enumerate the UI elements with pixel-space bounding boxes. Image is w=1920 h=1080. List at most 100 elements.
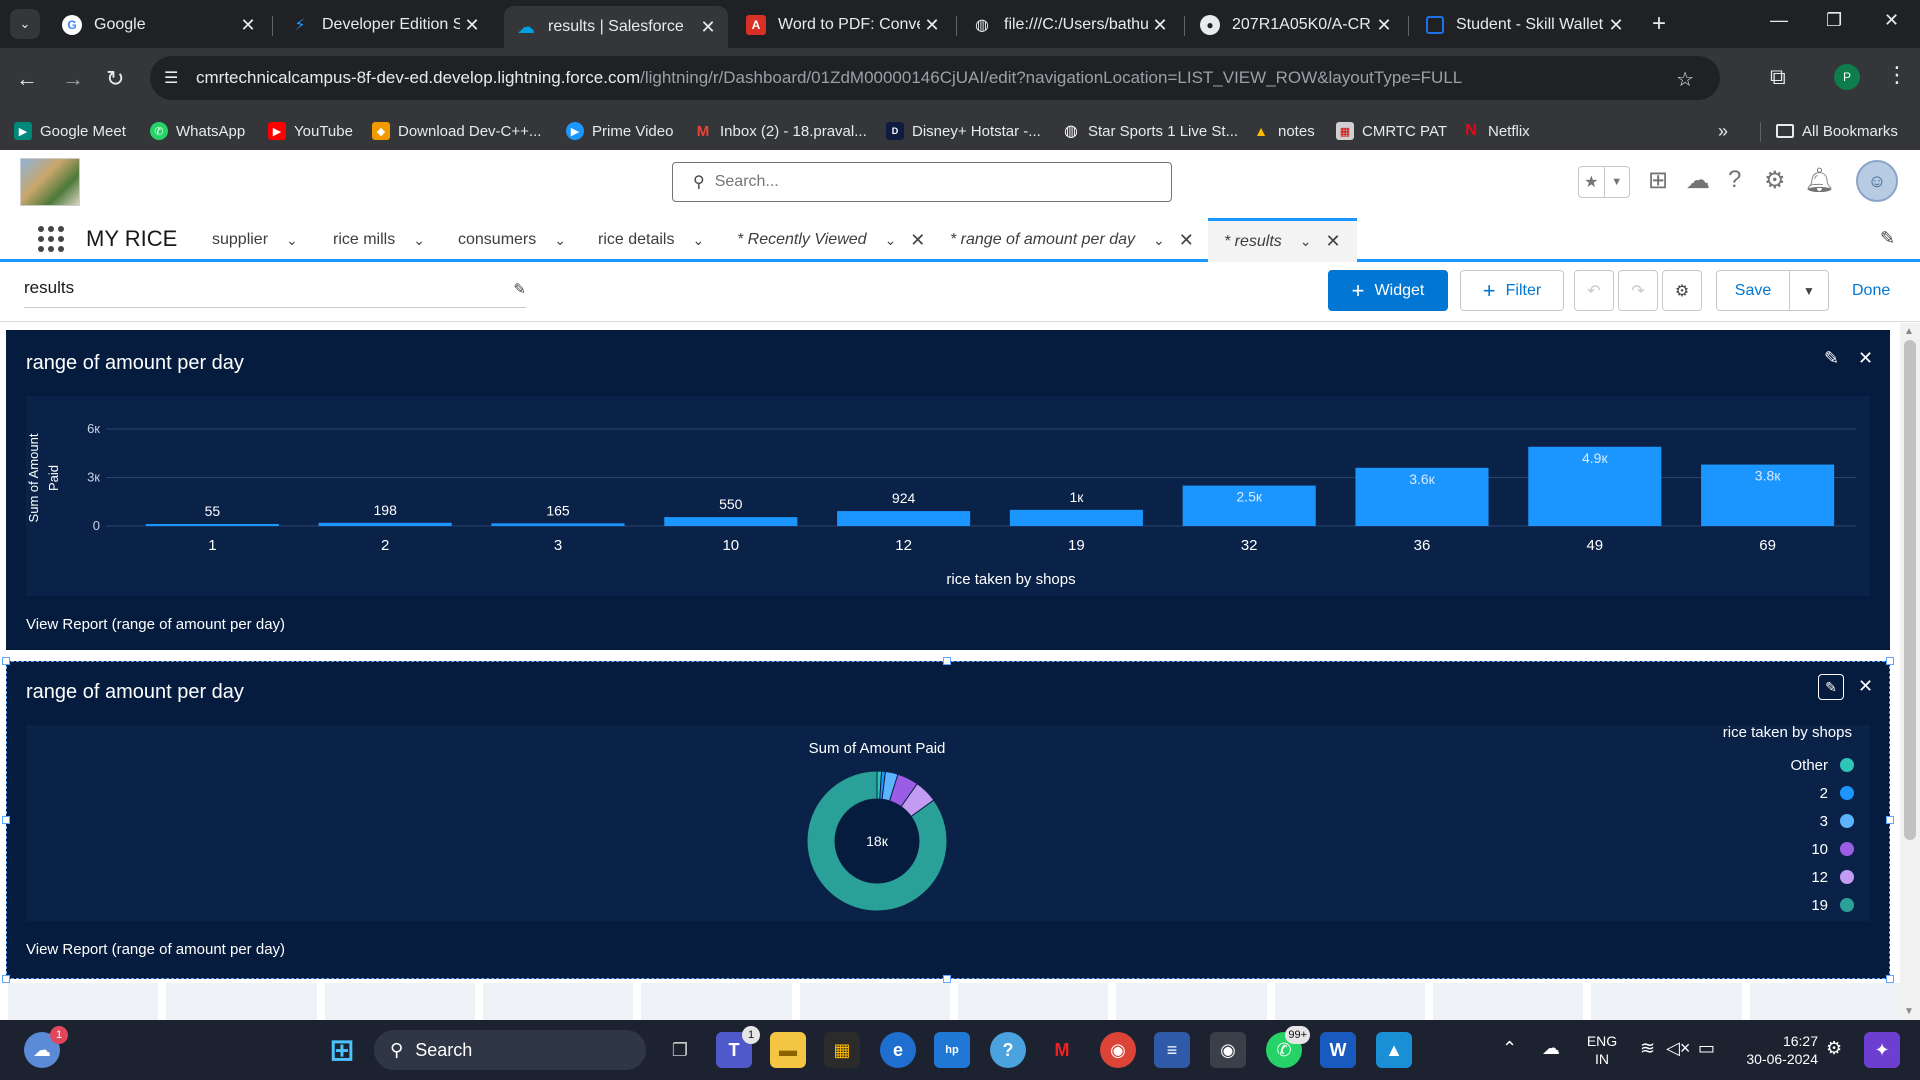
more-bookmarks-icon[interactable]: » [1718, 112, 1728, 150]
scroll-down-icon[interactable]: ▼ [1904, 1006, 1914, 1017]
resize-handle[interactable] [1886, 816, 1894, 824]
all-bookmarks[interactable]: All Bookmarks [1776, 112, 1898, 150]
save-button[interactable]: Save [1716, 270, 1790, 311]
star-icon[interactable]: ★ [1579, 167, 1604, 197]
copilot-icon[interactable]: ✦ [1864, 1032, 1900, 1068]
resize-handle[interactable] [2, 816, 10, 824]
bookmark-gmail[interactable]: M Inbox (2) - 18.praval... [694, 112, 867, 150]
windows-start-icon[interactable]: ⊞ [324, 1032, 360, 1068]
org-logo[interactable] [20, 158, 80, 206]
close-tab-icon[interactable]: ✕ [1326, 231, 1341, 252]
nav-item-results[interactable]: * results ⌄ ✕ [1208, 218, 1357, 262]
bookmark-notes[interactable]: ▲ notes [1252, 112, 1315, 150]
onedrive-cloud-icon[interactable]: ☁ [1542, 1038, 1560, 1059]
resize-handle[interactable] [1886, 975, 1894, 983]
profile-avatar[interactable]: P [1834, 64, 1860, 90]
scroll-up-icon[interactable]: ▲ [1904, 326, 1914, 337]
browser-tab-word-to-pdf[interactable]: A Word to PDF: Conver ✕ [734, 6, 952, 44]
setup-gear-icon[interactable]: ⚙ [1764, 166, 1786, 195]
view-report-link[interactable]: View Report (range of amount per day) [26, 616, 285, 633]
trailhead-icon[interactable]: ☁ [1686, 166, 1710, 195]
language-indicator[interactable]: ENG IN [1584, 1032, 1620, 1068]
resize-handle[interactable] [2, 657, 10, 665]
chevron-down-icon[interactable]: ⌄ [1300, 233, 1312, 250]
add-filter-button[interactable]: + Filter [1460, 270, 1564, 311]
volume-muted-icon[interactable]: ◁× [1666, 1038, 1690, 1059]
search-input[interactable] [714, 173, 1135, 191]
browser-tab-results-salesforce[interactable]: ☁ results | Salesforce ✕ [504, 6, 728, 48]
done-button[interactable]: Done [1852, 282, 1890, 300]
global-search[interactable]: ⚲ [672, 162, 1172, 202]
close-tab-icon[interactable]: ✕ [696, 17, 720, 38]
help-app-icon[interactable]: ? [990, 1032, 1026, 1068]
bookmark-hotstar[interactable]: D Disney+ Hotstar -... [886, 112, 1041, 150]
clock[interactable]: 16:27 30-06-2024 [1732, 1032, 1818, 1068]
nav-item-rice-mills[interactable]: rice mills ⌄ [333, 218, 425, 262]
forward-icon[interactable]: → [62, 66, 84, 92]
nav-item-range-of-amount[interactable]: * range of amount per day ⌄ ✕ [950, 218, 1194, 262]
browser-tab-google[interactable]: G Google ✕ [50, 6, 268, 44]
chevron-down-icon[interactable]: ⌄ [885, 232, 897, 249]
minimize-icon[interactable]: — [1770, 10, 1788, 31]
whatsapp-icon[interactable]: ✆ 99+ [1266, 1026, 1310, 1068]
mcafee-icon[interactable]: M [1044, 1032, 1080, 1068]
close-tab-icon[interactable]: ✕ [910, 230, 925, 251]
microsoft-store-icon[interactable]: ▦ [824, 1032, 860, 1068]
global-actions-icon[interactable]: ⊞ [1648, 166, 1668, 195]
notification-center-icon[interactable]: ⚙ [1826, 1038, 1842, 1059]
chrome-icon[interactable]: ◉ [1100, 1032, 1136, 1068]
myhp-icon[interactable]: hp [934, 1032, 970, 1068]
resize-handle[interactable] [943, 657, 951, 665]
weather-widget-icon[interactable]: ☁ 1 [24, 1026, 68, 1068]
close-tab-icon[interactable]: ✕ [920, 15, 944, 36]
edit-nav-pencil-icon[interactable]: ✎ [1880, 228, 1895, 249]
chevron-down-icon[interactable]: ⌄ [1153, 232, 1165, 249]
bookmark-dev-cpp[interactable]: ◆ Download Dev-C++... [372, 112, 541, 150]
battery-icon[interactable]: ▭ [1698, 1038, 1715, 1059]
file-explorer-icon[interactable]: ▬ [770, 1032, 806, 1068]
scrollbar-thumb[interactable] [1904, 340, 1916, 840]
undo-button[interactable]: ↶ [1574, 270, 1614, 311]
word-icon[interactable]: W [1320, 1032, 1356, 1068]
tab-search-button[interactable]: ⌄ [10, 9, 40, 39]
bookmark-prime-video[interactable]: ▶ Prime Video [566, 112, 673, 150]
chevron-down-icon[interactable]: ⌄ [554, 232, 566, 249]
chevron-down-icon[interactable]: ▼ [1603, 167, 1630, 197]
taskbar-search[interactable]: ⚲ Search [374, 1030, 646, 1070]
nav-item-supplier[interactable]: supplier ⌄ [212, 218, 298, 262]
browser-tab-github[interactable]: ● 207R1A05K0/A-CRM ✕ [1188, 6, 1404, 44]
bar-chart-widget[interactable]: range of amount per day ✎ ✕ Sum of Amoun… [6, 330, 1890, 650]
close-tab-icon[interactable]: ✕ [1372, 15, 1396, 36]
save-options-button[interactable]: ▼ [1789, 270, 1829, 311]
user-avatar[interactable]: ☺ [1856, 160, 1898, 202]
redo-button[interactable]: ↷ [1618, 270, 1658, 311]
extensions-icon[interactable]: ⧉ [1770, 64, 1786, 90]
resize-handle[interactable] [1886, 657, 1894, 665]
bookmark-google-meet[interactable]: ▶ Google Meet [14, 112, 126, 150]
bookmark-star-icon[interactable]: ☆ [1676, 67, 1694, 92]
new-tab-button[interactable]: + [1652, 10, 1666, 38]
chrome-profile-icon[interactable]: ◉ [1210, 1032, 1246, 1068]
notifications-bell-icon[interactable]: 🔔︎ [1804, 166, 1834, 195]
browser-tab-skill-wallet[interactable]: Student - Skill Wallet ✕ [1414, 6, 1636, 44]
edge-icon[interactable]: e [880, 1032, 916, 1068]
bookmark-whatsapp[interactable]: ✆ WhatsApp [150, 112, 245, 150]
browser-menu-icon[interactable]: ⋮ [1886, 62, 1908, 88]
notepad-icon[interactable]: ≡ [1154, 1032, 1190, 1068]
show-hidden-icons-chevron-icon[interactable]: ⌃ [1502, 1038, 1517, 1059]
bookmark-star-sports[interactable]: ◍ Star Sports 1 Live St... [1062, 112, 1238, 150]
edit-widget-pencil-icon[interactable]: ✎ [1824, 348, 1839, 369]
help-icon[interactable]: ? [1728, 166, 1741, 194]
bookmark-cmrtc-pat[interactable]: ▦ CMRTC PAT [1336, 112, 1447, 150]
address-bar[interactable]: ☰ cmrtechnicalcampus-8f-dev-ed.develop.l… [150, 56, 1720, 100]
properties-button[interactable]: ⚙ [1662, 270, 1702, 311]
site-info-icon[interactable]: ☰ [164, 68, 184, 88]
nav-item-consumers[interactable]: consumers ⌄ [458, 218, 566, 262]
wifi-icon[interactable]: ≋ [1640, 1038, 1655, 1059]
remove-widget-close-icon[interactable]: ✕ [1858, 348, 1873, 369]
close-tab-icon[interactable]: ✕ [1604, 15, 1628, 36]
nav-item-recently-viewed[interactable]: * Recently Viewed ⌄ ✕ [737, 218, 925, 262]
add-widget-button[interactable]: + Widget [1328, 270, 1448, 311]
bookmark-netflix[interactable]: N Netflix [1462, 112, 1530, 150]
pencil-icon[interactable]: ✎ [513, 280, 526, 298]
